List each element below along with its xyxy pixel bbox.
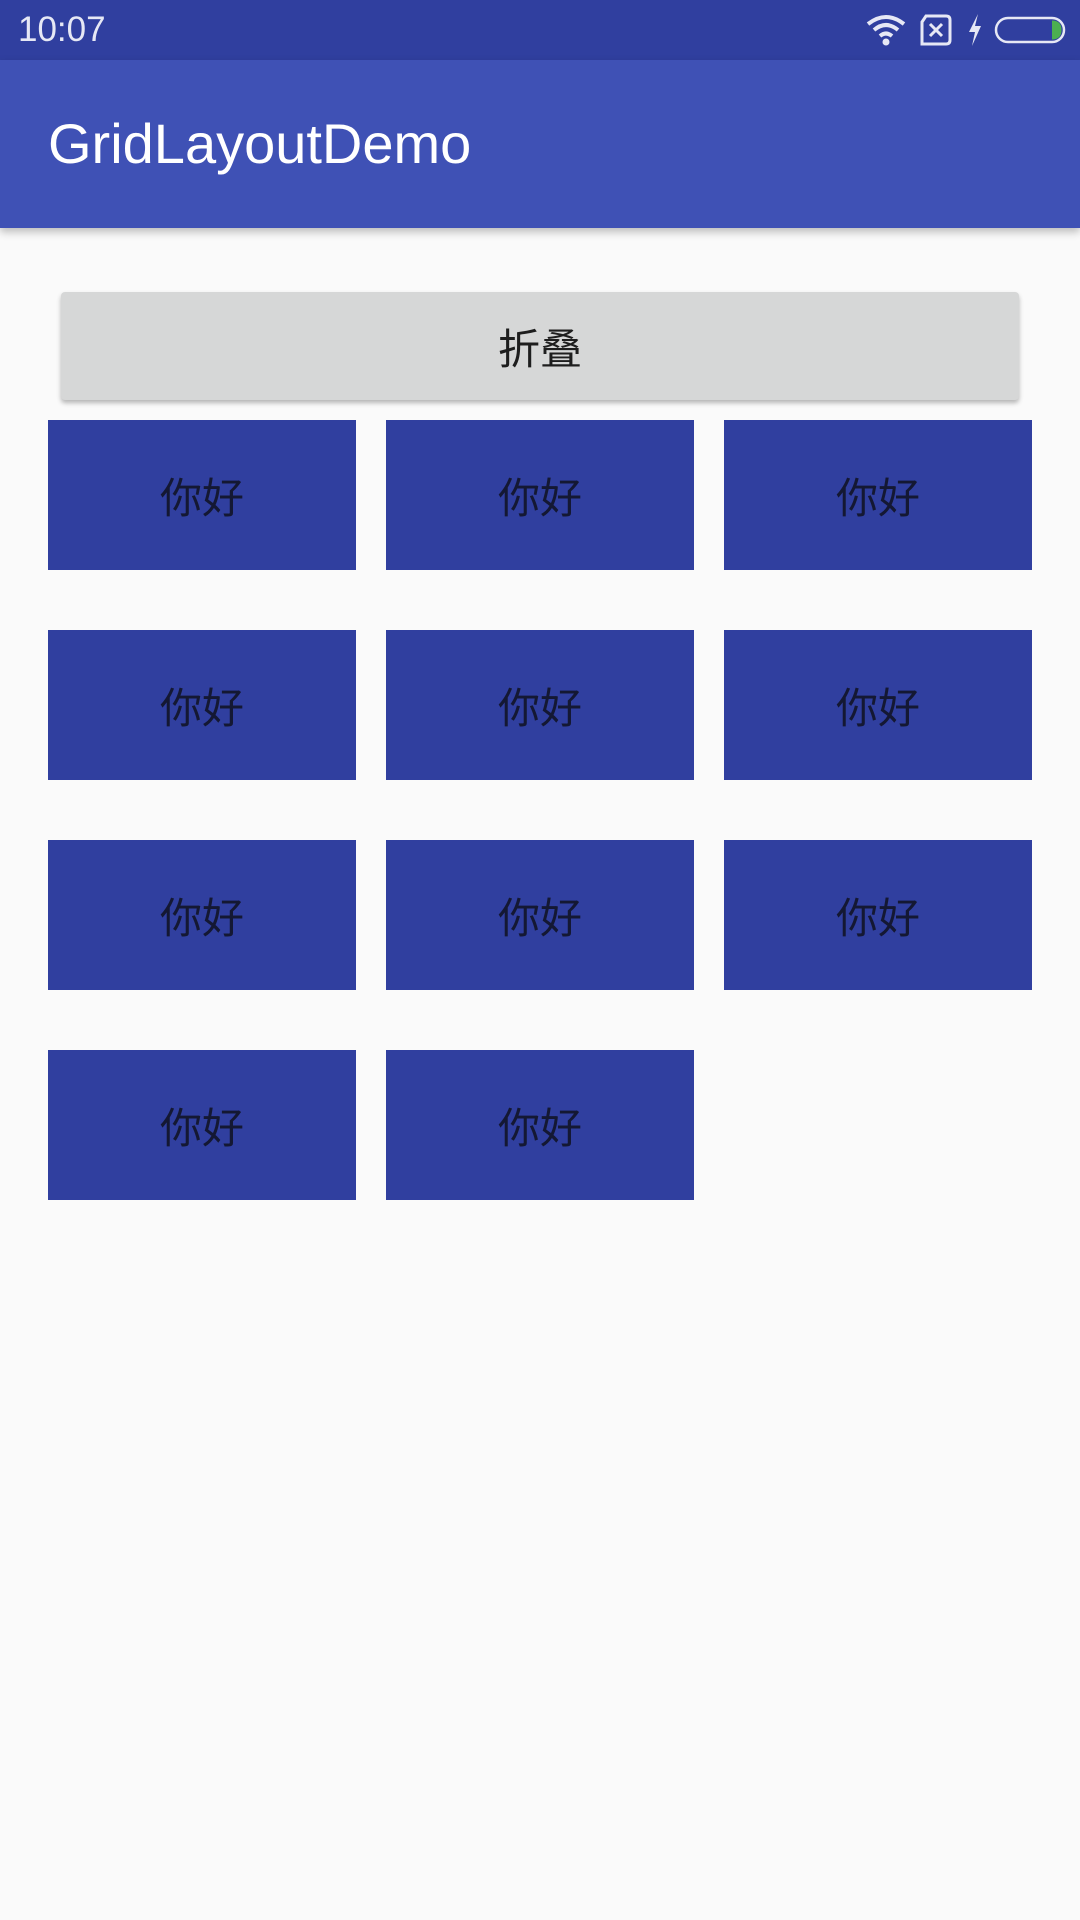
grid-cell[interactable]: 你好 xyxy=(724,420,1032,570)
sim-off-icon xyxy=(920,14,952,46)
charging-icon xyxy=(969,14,981,46)
grid-cell[interactable]: 你好 xyxy=(386,420,694,570)
app-bar: GridLayoutDemo xyxy=(0,60,1080,228)
grid-cell[interactable]: 你好 xyxy=(386,1050,694,1200)
grid-cell[interactable]: 你好 xyxy=(724,630,1032,780)
grid-cell[interactable]: 你好 xyxy=(48,630,356,780)
battery-icon xyxy=(994,16,1066,44)
fold-button[interactable]: 折叠 xyxy=(61,292,1019,400)
grid-cell[interactable]: 你好 xyxy=(724,840,1032,990)
status-time: 10:07 xyxy=(18,10,106,49)
grid-cell[interactable]: 你好 xyxy=(386,630,694,780)
grid-cell[interactable]: 你好 xyxy=(48,1050,356,1200)
grid-cell[interactable]: 你好 xyxy=(386,840,694,990)
grid-cell[interactable]: 你好 xyxy=(48,420,356,570)
grid-cell[interactable]: 你好 xyxy=(48,840,356,990)
status-bar: 10:07 xyxy=(0,0,1080,60)
app-title: GridLayoutDemo xyxy=(48,112,472,175)
wifi-icon xyxy=(866,15,906,46)
status-icons xyxy=(866,12,1066,48)
